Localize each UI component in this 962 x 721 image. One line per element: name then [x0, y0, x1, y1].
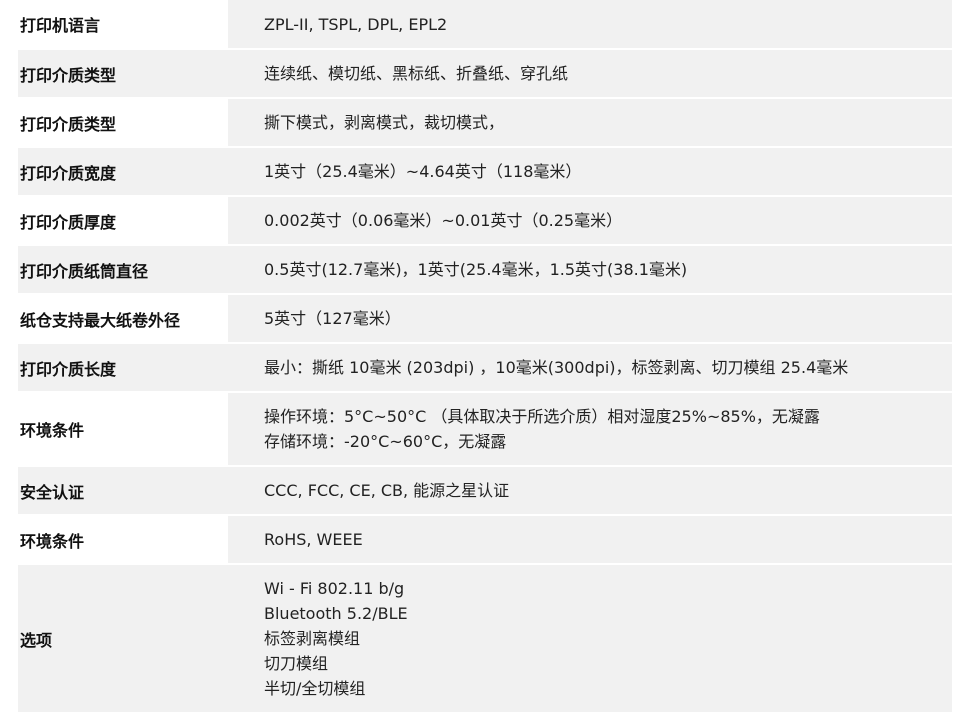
spec-value: RoHS, WEEE: [228, 515, 952, 565]
spec-label: 选项: [18, 564, 228, 714]
spec-row-environmental-compliance: 环境条件 RoHS, WEEE: [18, 515, 952, 565]
spec-value: 连续纸、模切纸、黑标纸、折叠纸、穿孔纸: [228, 49, 952, 99]
spec-label: 打印机语言: [18, 0, 228, 50]
spec-value-line: Wi - Fi 802.11 b/g: [264, 579, 405, 598]
spec-value: 5英寸（127毫米）: [228, 294, 952, 344]
spec-value: Wi - Fi 802.11 b/g Bluetooth 5.2/BLE 标签剥…: [228, 564, 952, 714]
spec-row-media-width: 打印介质宽度 1英寸（25.4毫米）~4.64英寸（118毫米）: [18, 147, 952, 197]
spec-value-line: RoHS, WEEE: [264, 530, 363, 549]
spec-value-line: 操作环境：5°C~50°C （具体取决于所选介质）相对湿度25%~85%，无凝露: [264, 407, 820, 426]
spec-row-max-roll-diameter: 纸仓支持最大纸卷外径 5英寸（127毫米）: [18, 294, 952, 344]
spec-value-line: 连续纸、模切纸、黑标纸、折叠纸、穿孔纸: [264, 64, 569, 83]
spec-row-media-type: 打印介质类型 连续纸、模切纸、黑标纸、折叠纸、穿孔纸: [18, 49, 952, 99]
spec-row-safety-certification: 安全认证 CCC, FCC, CE, CB, 能源之星认证: [18, 466, 952, 516]
spec-label: 打印介质长度: [18, 343, 228, 393]
spec-row-options: 选项 Wi - Fi 802.11 b/g Bluetooth 5.2/BLE …: [18, 564, 952, 714]
spec-row-media-length: 打印介质长度 最小：撕纸 10毫米 (203dpi) ，10毫米(300dpi)…: [18, 343, 952, 393]
spec-label: 打印介质类型: [18, 98, 228, 148]
spec-value-line: 半切/全切模组: [264, 679, 366, 698]
spec-value-line: 最小：撕纸 10毫米 (203dpi) ，10毫米(300dpi)，标签剥离、切…: [264, 358, 849, 377]
spec-label: 打印介质厚度: [18, 196, 228, 246]
spec-row-printer-language: 打印机语言 ZPL-II, TSPL, DPL, EPL2: [18, 0, 952, 50]
spec-value-line: Bluetooth 5.2/BLE: [264, 604, 408, 623]
spec-value-line: 1英寸（25.4毫米）~4.64英寸（118毫米）: [264, 162, 582, 181]
spec-value: CCC, FCC, CE, CB, 能源之星认证: [228, 466, 952, 516]
spec-label: 打印介质纸筒直径: [18, 245, 228, 295]
spec-value: 1英寸（25.4毫米）~4.64英寸（118毫米）: [228, 147, 952, 197]
spec-label: 打印介质宽度: [18, 147, 228, 197]
spec-value-line: 0.002英寸（0.06毫米）~0.01英寸（0.25毫米）: [264, 211, 623, 230]
spec-value: 操作环境：5°C~50°C （具体取决于所选介质）相对湿度25%~85%，无凝露…: [228, 392, 952, 467]
spec-label: 纸仓支持最大纸卷外径: [18, 294, 228, 344]
spec-value-line: ZPL-II, TSPL, DPL, EPL2: [264, 14, 448, 34]
spec-row-core-diameter: 打印介质纸筒直径 0.5英寸(12.7毫米)，1英寸(25.4毫米，1.5英寸(…: [18, 245, 952, 295]
spec-label: 安全认证: [18, 466, 228, 516]
spec-label: 环境条件: [18, 515, 228, 565]
spec-value-line: CCC, FCC, CE, CB, 能源之星认证: [264, 481, 510, 500]
spec-value-line: 5英寸（127毫米）: [264, 309, 401, 328]
spec-value: 最小：撕纸 10毫米 (203dpi) ，10毫米(300dpi)，标签剥离、切…: [228, 343, 952, 393]
spec-value-line: 标签剥离模组: [264, 629, 361, 648]
spec-label: 环境条件: [18, 392, 228, 467]
spec-table: 打印机语言 ZPL-II, TSPL, DPL, EPL2 打印介质类型 连续纸…: [18, 0, 952, 714]
spec-value: 0.002英寸（0.06毫米）~0.01英寸（0.25毫米）: [228, 196, 952, 246]
spec-value-line: 存储环境：-20°C~60°C，无凝露: [264, 432, 507, 451]
spec-value-line: 撕下模式，剥离模式，裁切模式，: [264, 113, 505, 132]
spec-row-media-mode: 打印介质类型 撕下模式，剥离模式，裁切模式，: [18, 98, 952, 148]
spec-row-media-thickness: 打印介质厚度 0.002英寸（0.06毫米）~0.01英寸（0.25毫米）: [18, 196, 952, 246]
spec-value: 0.5英寸(12.7毫米)，1英寸(25.4毫米，1.5英寸(38.1毫米): [228, 245, 952, 295]
spec-value: ZPL-II, TSPL, DPL, EPL2: [228, 0, 952, 50]
spec-value-line: 切刀模组: [264, 654, 329, 673]
spec-value: 撕下模式，剥离模式，裁切模式，: [228, 98, 952, 148]
spec-label: 打印介质类型: [18, 49, 228, 99]
spec-value-line: 0.5英寸(12.7毫米)，1英寸(25.4毫米，1.5英寸(38.1毫米): [264, 260, 688, 279]
spec-row-environment: 环境条件 操作环境：5°C~50°C （具体取决于所选介质）相对湿度25%~85…: [18, 392, 952, 467]
